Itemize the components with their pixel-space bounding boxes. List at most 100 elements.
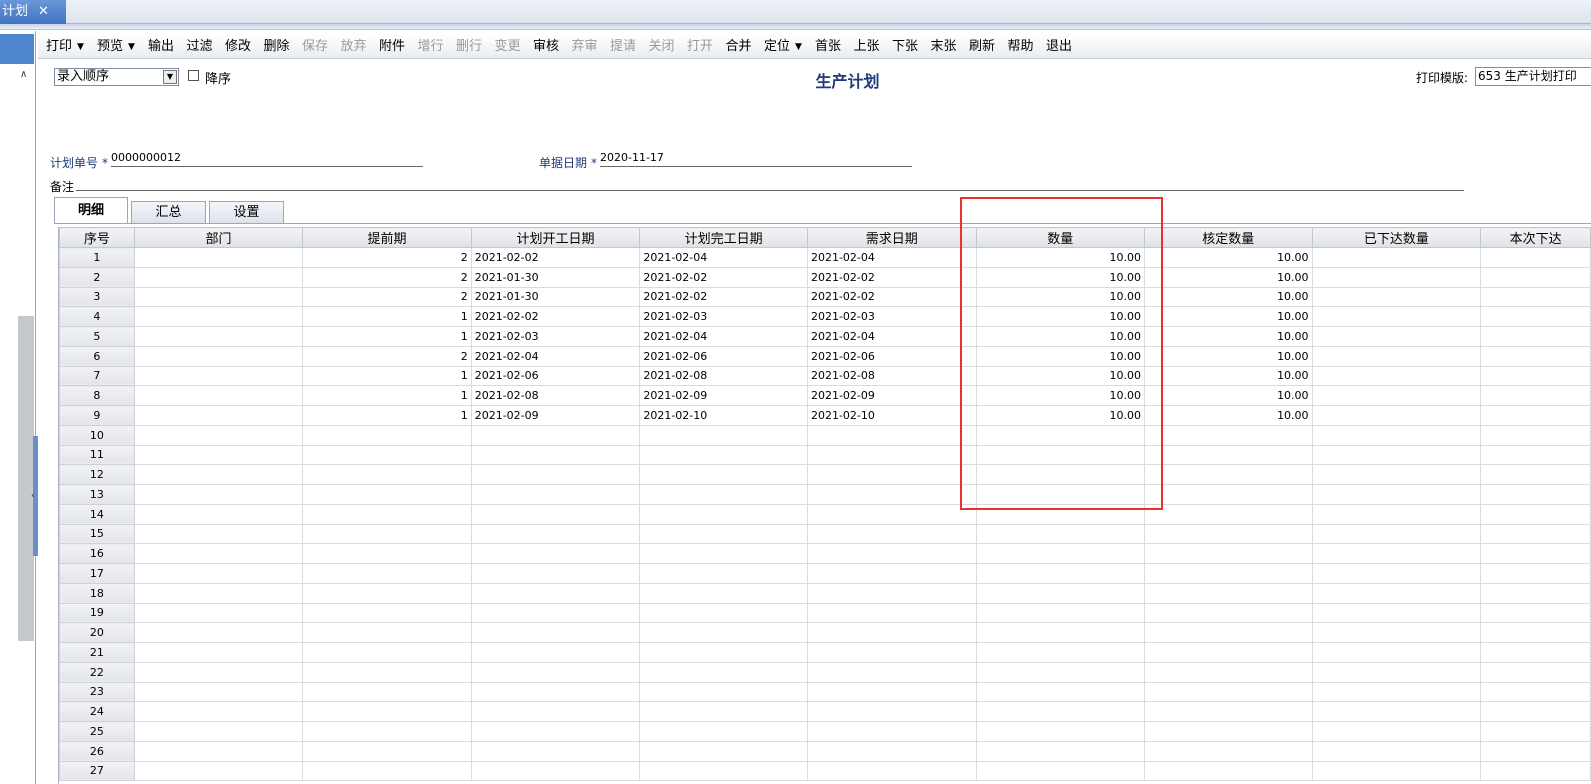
grid-cell[interactable] xyxy=(133,266,304,288)
grid-cell[interactable]: 2021-02-09 xyxy=(806,385,977,406)
grid-cell[interactable] xyxy=(302,464,472,485)
grid-cell[interactable] xyxy=(1311,503,1482,525)
grid-cell[interactable] xyxy=(302,582,472,604)
table-row[interactable]: 20 xyxy=(59,622,1591,643)
grid-cell[interactable] xyxy=(470,444,641,466)
grid-cell[interactable] xyxy=(1480,701,1591,722)
grid-cell[interactable]: 10.00 xyxy=(975,385,1146,406)
column-header-9[interactable]: 本次下达 xyxy=(1480,227,1591,248)
table-row[interactable]: 1 2 2021-02-02 2021-02-04 2021-02-04 10.00 10.… xyxy=(59,247,1591,268)
grid-cell[interactable] xyxy=(133,740,304,762)
grid-cell[interactable] xyxy=(1311,701,1482,722)
grid-cell[interactable] xyxy=(639,602,808,624)
toolbar-button-19[interactable]: 首张 xyxy=(813,37,843,57)
grid-cell[interactable] xyxy=(302,622,472,643)
grid-cell[interactable]: 10.00 xyxy=(1144,345,1313,367)
grid-cell[interactable]: 2021-02-06 xyxy=(639,345,808,367)
grid-cell[interactable] xyxy=(806,543,977,564)
grid-cell[interactable] xyxy=(470,602,641,624)
column-header-3[interactable]: 计划开工日期 xyxy=(470,227,641,248)
table-row[interactable]: 19 xyxy=(59,602,1591,624)
column-header-4[interactable]: 计划完工日期 xyxy=(639,227,808,248)
grid-cell[interactable] xyxy=(975,523,1146,545)
table-row[interactable]: 15 xyxy=(59,523,1591,545)
caret-down-icon[interactable]: ▼ xyxy=(795,42,802,52)
grid-cell[interactable] xyxy=(639,642,808,663)
grid-cell[interactable] xyxy=(1480,247,1591,268)
grid-cell[interactable] xyxy=(639,424,808,446)
grid-cell[interactable] xyxy=(1480,661,1591,683)
grid-cell[interactable] xyxy=(1144,424,1313,446)
toolbar-button-18[interactable]: 定位 ▼ xyxy=(762,37,804,57)
grid-cell[interactable] xyxy=(302,503,472,525)
toolbar-button-1[interactable]: 预览 ▼ xyxy=(95,37,137,57)
grid-cell[interactable]: 2021-02-04 xyxy=(806,247,977,268)
grid-cell[interactable] xyxy=(975,424,1146,446)
grid-cell[interactable] xyxy=(1144,523,1313,545)
grid-cell[interactable]: 2021-02-04 xyxy=(639,247,808,268)
grid-cell[interactable] xyxy=(133,385,304,406)
grid-cell[interactable] xyxy=(975,681,1146,703)
sort-order-select[interactable]: 录入顺序 ▼ xyxy=(54,68,179,86)
grid-cell[interactable]: 2021-01-30 xyxy=(470,286,641,308)
table-row[interactable]: 5 1 2021-02-03 2021-02-04 2021-02-04 10.00 10.… xyxy=(59,326,1591,347)
grid-cell[interactable] xyxy=(1480,582,1591,604)
grid-cell[interactable] xyxy=(133,760,304,782)
toolbar-button-16[interactable]: 打开 xyxy=(685,37,715,57)
table-row[interactable]: 25 xyxy=(59,721,1591,742)
grid-cell[interactable] xyxy=(806,523,977,545)
grid-cell[interactable] xyxy=(1480,642,1591,663)
grid-cell[interactable] xyxy=(1311,622,1482,643)
grid-cell[interactable] xyxy=(1480,444,1591,466)
grid-cell[interactable]: 10.00 xyxy=(1144,365,1313,387)
grid-cell[interactable]: 2021-02-09 xyxy=(470,405,641,426)
grid-cell[interactable] xyxy=(639,701,808,722)
grid-cell[interactable] xyxy=(806,503,977,525)
grid-cell[interactable] xyxy=(1480,424,1591,446)
grid-cell[interactable] xyxy=(302,642,472,663)
grid-cell[interactable] xyxy=(1311,721,1482,742)
plan-no-field[interactable]: 0000000012 xyxy=(111,151,423,167)
toolbar-button-8[interactable]: 附件 xyxy=(377,37,407,57)
grid-cell[interactable]: 2021-02-02 xyxy=(470,306,641,327)
note-field[interactable] xyxy=(76,190,1464,191)
grid-cell[interactable] xyxy=(133,563,304,584)
grid-cell[interactable] xyxy=(639,721,808,742)
table-row[interactable]: 10 xyxy=(59,424,1591,446)
grid-cell[interactable]: 10.00 xyxy=(975,306,1146,327)
grid-cell[interactable] xyxy=(1480,740,1591,762)
column-header-5[interactable]: 需求日期 xyxy=(806,227,977,248)
grid-cell[interactable] xyxy=(1311,424,1482,446)
grid-cell[interactable] xyxy=(133,661,304,683)
grid-cell[interactable] xyxy=(1144,760,1313,782)
grid-cell[interactable] xyxy=(975,740,1146,762)
grid-cell[interactable] xyxy=(470,464,641,485)
grid-cell[interactable] xyxy=(975,563,1146,584)
grid-cell[interactable] xyxy=(133,444,304,466)
toolbar-button-0[interactable]: 打印 ▼ xyxy=(44,37,86,57)
grid-cell[interactable]: 2 xyxy=(302,345,472,367)
grid-cell[interactable] xyxy=(133,424,304,446)
grid-cell[interactable] xyxy=(1311,385,1482,406)
grid-cell[interactable] xyxy=(1311,247,1482,268)
grid-cell[interactable] xyxy=(1144,661,1313,683)
grid-cell[interactable] xyxy=(470,582,641,604)
grid-cell[interactable] xyxy=(133,345,304,367)
table-row[interactable]: 14 xyxy=(59,503,1591,525)
grid-cell[interactable] xyxy=(470,721,641,742)
grid-cell[interactable] xyxy=(806,642,977,663)
grid-cell[interactable] xyxy=(1311,740,1482,762)
grid-cell[interactable] xyxy=(302,424,472,446)
grid-cell[interactable] xyxy=(1144,642,1313,663)
grid-cell[interactable] xyxy=(1311,661,1482,683)
grid-cell[interactable]: 2021-02-02 xyxy=(806,286,977,308)
grid-cell[interactable] xyxy=(133,247,304,268)
grid-cell[interactable]: 1 xyxy=(302,405,472,426)
grid-cell[interactable] xyxy=(302,760,472,782)
grid-cell[interactable] xyxy=(1480,602,1591,624)
grid-cell[interactable]: 2021-02-06 xyxy=(806,345,977,367)
grid-cell[interactable]: 10.00 xyxy=(975,365,1146,387)
descending-checkbox[interactable] xyxy=(188,70,199,81)
toolbar-button-2[interactable]: 输出 xyxy=(146,37,176,57)
toolbar-button-25[interactable]: 退出 xyxy=(1044,37,1074,57)
